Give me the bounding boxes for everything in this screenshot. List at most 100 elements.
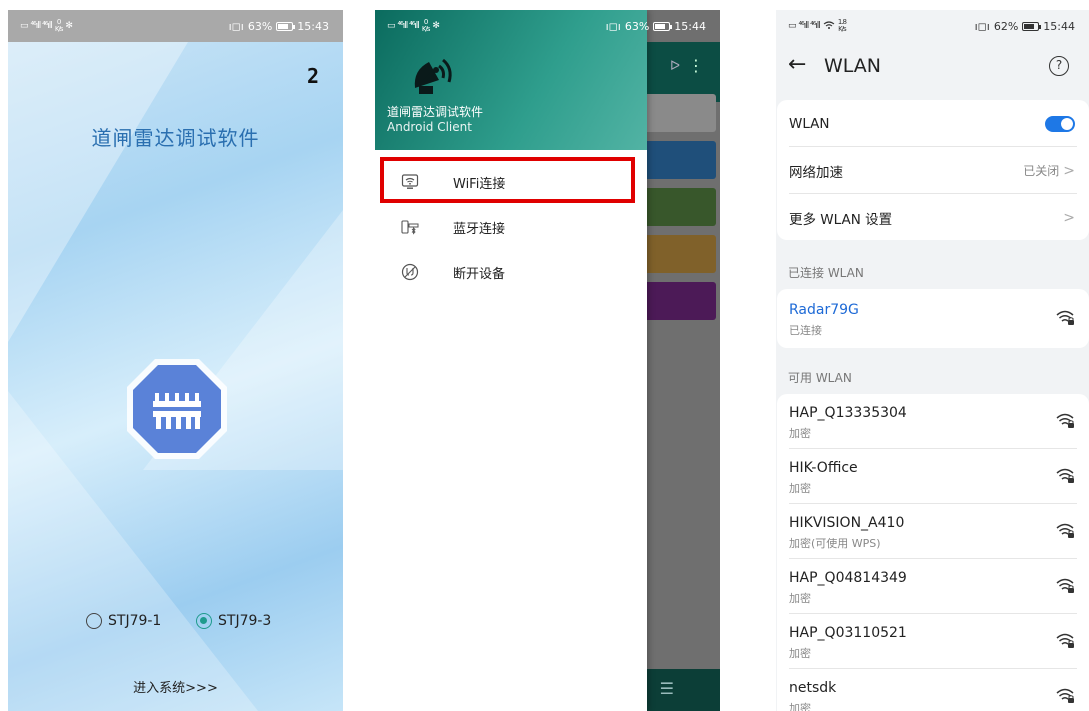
battery-icon bbox=[653, 21, 673, 31]
signal-icon: ⁴⁶ıll ⁴⁶ıll bbox=[397, 21, 420, 31]
row-label: 更多 WLAN 设置 bbox=[789, 211, 893, 228]
signal-icon: ⁴⁶ıll ⁴⁶ıll bbox=[30, 21, 53, 31]
drawer-item-disconnect[interactable]: 断开设备 bbox=[375, 252, 647, 292]
drawer-item-bluetooth-connect[interactable]: 蓝牙连接 bbox=[375, 207, 647, 247]
network-name: HIKVISION_A410 bbox=[789, 515, 905, 531]
battery-level bbox=[1024, 23, 1034, 29]
row-label: WLAN bbox=[789, 115, 830, 132]
available-networks-card: HAP_Q13335304 加密 HIK-Office 加密 HIKVISION… bbox=[777, 394, 1089, 711]
section-label-available: 可用 WLAN bbox=[788, 371, 852, 385]
clock: 15:44 bbox=[1043, 19, 1075, 33]
enter-system-link[interactable]: 进入系统>>> bbox=[8, 677, 343, 696]
network-item[interactable]: HAP_Q03110521 加密 bbox=[777, 614, 1089, 669]
battery-icon bbox=[1022, 21, 1042, 31]
drawer-item-label: 蓝牙连接 bbox=[453, 221, 506, 237]
network-speed: 1.8 K/s bbox=[837, 18, 847, 33]
counter-label: 2 bbox=[306, 64, 319, 88]
network-security: 加密(可使用 WPS) bbox=[789, 537, 881, 550]
signal-indicator: ▭ ⁴⁶ıll ⁴⁶ıll 0 K/s ✻ bbox=[387, 18, 440, 33]
splash-screen: ▭ ⁴⁶ıll ⁴⁶ıll 0 K/s ✻ ı◻ı 63% 15:43 2 道闸雷… bbox=[8, 10, 343, 711]
network-item[interactable]: HAP_Q04814349 加密 bbox=[777, 559, 1089, 614]
radio-option-stj79-1[interactable]: STJ79-1 bbox=[86, 613, 161, 629]
barrier-gate-logo-icon bbox=[125, 357, 229, 461]
more-icon[interactable]: ⋮ bbox=[688, 56, 704, 75]
signal-icon: ⁴⁶ıll ⁴⁶ıll bbox=[798, 21, 821, 31]
network-item[interactable]: HIKVISION_A410 加密(可使用 WPS) bbox=[777, 504, 1089, 559]
network-security: 加密 bbox=[789, 592, 811, 605]
status-bar: ▭ ⁴⁶ıll ⁴⁶ıll 1.8 K/s ı◻ı 62% 15:44 bbox=[776, 10, 1089, 42]
radio-label: STJ79-1 bbox=[108, 613, 162, 629]
drawer-title: 道闸雷达调试软件 bbox=[387, 105, 484, 119]
bluetooth-device-icon bbox=[401, 218, 419, 236]
wifi-status-icon bbox=[823, 20, 835, 33]
vibrate-icon: ı◻ı bbox=[605, 19, 621, 33]
bluetooth-icon: ✻ bbox=[432, 21, 439, 31]
network-security: 加密 bbox=[789, 702, 811, 711]
network-name: netsdk bbox=[789, 680, 837, 696]
bluetooth-icon: ✻ bbox=[65, 21, 72, 31]
wifi-monitor-icon bbox=[401, 173, 419, 191]
section-label-connected: 已连接 WLAN bbox=[788, 266, 864, 280]
battery-percent: 62% bbox=[993, 19, 1019, 33]
wifi-lock-icon bbox=[1055, 577, 1075, 595]
radio-option-stj79-3[interactable]: STJ79-3 bbox=[196, 613, 271, 629]
wifi-lock-icon bbox=[1055, 412, 1075, 430]
radio-label: STJ79-3 bbox=[218, 613, 272, 629]
drawer-item-label: 断开设备 bbox=[453, 266, 506, 282]
sim-icon: ▭ bbox=[20, 21, 28, 31]
network-name: HAP_Q13335304 bbox=[789, 405, 907, 421]
app-title: 道闸雷达调试软件 bbox=[91, 126, 260, 150]
vibrate-icon: ı◻ı bbox=[974, 19, 990, 33]
connected-network-card: Radar79G 已连接 bbox=[777, 289, 1089, 348]
sim-icon: ▭ bbox=[387, 21, 395, 31]
clock: 15:43 bbox=[297, 19, 329, 33]
row-label: 网络加速 bbox=[789, 164, 843, 181]
radio-button-selected[interactable] bbox=[196, 613, 212, 629]
vibrate-icon: ı◻ı bbox=[228, 19, 244, 33]
status-bar: ▭ ⁴⁶ıll ⁴⁶ıll 0 K/s ✻ ı◻ı 63% 15:43 bbox=[8, 10, 343, 42]
network-name: Radar79G bbox=[789, 302, 859, 318]
network-item-connected[interactable]: Radar79G 已连接 bbox=[777, 291, 1089, 346]
battery-level bbox=[278, 23, 288, 29]
settings-sliders-icon: ☰ bbox=[659, 679, 674, 698]
network-name: HIK-Office bbox=[789, 460, 858, 476]
help-icon[interactable]: ? bbox=[1049, 56, 1069, 76]
network-speed: 0 K/s bbox=[421, 18, 431, 33]
network-item[interactable]: HAP_Q13335304 加密 bbox=[777, 394, 1089, 449]
drawer-item-wifi-connect[interactable]: WiFi连接 bbox=[375, 162, 647, 202]
network-security: 加密 bbox=[789, 647, 811, 660]
drawer-subtitle: Android Client bbox=[387, 120, 472, 134]
clock: 15:44 bbox=[674, 19, 706, 33]
radio-button[interactable] bbox=[86, 613, 102, 629]
network-item[interactable]: HIK-Office 加密 bbox=[777, 449, 1089, 504]
sim-icon: ▭ bbox=[788, 21, 796, 31]
network-item[interactable]: netsdk 加密 bbox=[777, 669, 1089, 711]
network-status: 已连接 bbox=[789, 324, 822, 337]
wlan-settings-card: WLAN 网络加速 已关闭 > 更多 WLAN 设置 > bbox=[777, 100, 1089, 240]
row-value: 已关闭 bbox=[1023, 164, 1060, 178]
drawer-screen: ᐅ ⋮ ☰ ▭ ⁴⁶ıll ⁴⁶ıll 0 K/s ✻ 道闸雷达调试软件 And… bbox=[375, 10, 720, 711]
wifi-lock-icon bbox=[1055, 309, 1075, 327]
signal-indicator: ▭ ⁴⁶ıll ⁴⁶ıll 0 K/s ✻ bbox=[20, 18, 73, 33]
network-acceleration-row[interactable]: 网络加速 已关闭 > bbox=[777, 147, 1089, 194]
network-name: HAP_Q04814349 bbox=[789, 570, 907, 586]
status-bar-right: ı◻ı 63% 15:44 bbox=[606, 10, 720, 42]
wlan-toggle-switch[interactable] bbox=[1045, 115, 1075, 132]
page-header: ← WLAN ? bbox=[776, 48, 1089, 88]
wlan-toggle-row[interactable]: WLAN bbox=[777, 100, 1089, 147]
navigation-drawer: ▭ ⁴⁶ıll ⁴⁶ıll 0 K/s ✻ 道闸雷达调试软件 Android Cl… bbox=[375, 10, 647, 711]
back-arrow-icon[interactable]: ← bbox=[788, 52, 806, 77]
wlan-settings-screen: ▭ ⁴⁶ıll ⁴⁶ıll 1.8 K/s ı◻ı 62% 15:44 ← WLA… bbox=[776, 10, 1089, 711]
battery-percent: 63% bbox=[247, 19, 273, 33]
chevron-right-icon: > bbox=[1063, 209, 1075, 226]
battery-icon bbox=[276, 21, 296, 31]
network-security: 加密 bbox=[789, 427, 811, 440]
network-speed: 0 K/s bbox=[54, 18, 64, 33]
wifi-lock-icon bbox=[1055, 632, 1075, 650]
battery-level bbox=[655, 23, 665, 29]
more-wlan-settings-row[interactable]: 更多 WLAN 设置 > bbox=[777, 194, 1089, 241]
network-name: HAP_Q03110521 bbox=[789, 625, 907, 641]
page-title: WLAN bbox=[824, 55, 882, 77]
wifi-lock-icon bbox=[1055, 522, 1075, 540]
radar-dish-icon bbox=[409, 52, 459, 98]
